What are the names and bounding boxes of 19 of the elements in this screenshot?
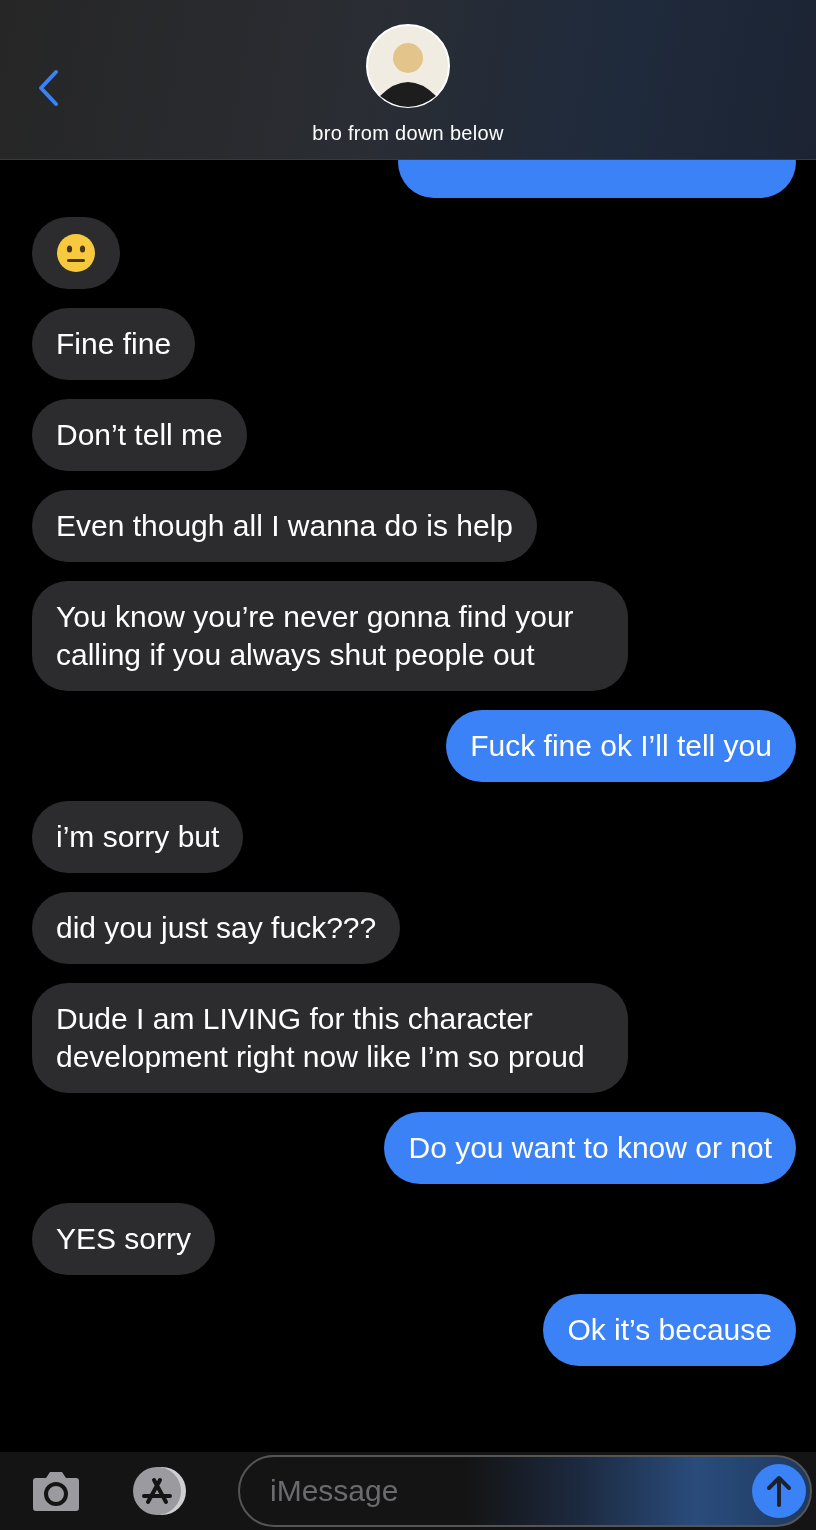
message-bubble: Ok it’s because	[543, 1294, 796, 1366]
message-bubble: did you just say fuck???	[32, 892, 401, 964]
message-bubble: You know you’re never gonna find your calling if you always shut people out	[32, 581, 628, 691]
arrow-up-icon	[766, 1475, 792, 1507]
message-bubble: i’m sorry but	[32, 801, 244, 873]
message-bubble: Don’t tell me	[32, 399, 247, 471]
message-bubble: Do you want to know or not	[384, 1112, 796, 1184]
message-bubble: Fuck fine ok I’ll tell you	[446, 710, 796, 782]
message-bubble: Dude I am LIVING for this character development right now like I’m so proud	[32, 983, 628, 1093]
camera-button[interactable]	[32, 1470, 80, 1512]
avatar[interactable]	[366, 24, 450, 108]
message-field[interactable]: iMessage	[238, 1455, 812, 1527]
neutral-face-icon	[56, 233, 96, 273]
camera-icon	[32, 1470, 80, 1512]
message-bubble: Even though all I wanna do is help	[32, 490, 537, 562]
chevron-left-icon	[36, 69, 60, 107]
message-bubble: YES sorry	[32, 1203, 216, 1275]
message-bubble: Fine fine	[32, 308, 196, 380]
contact-name[interactable]: bro from down below	[312, 120, 504, 146]
